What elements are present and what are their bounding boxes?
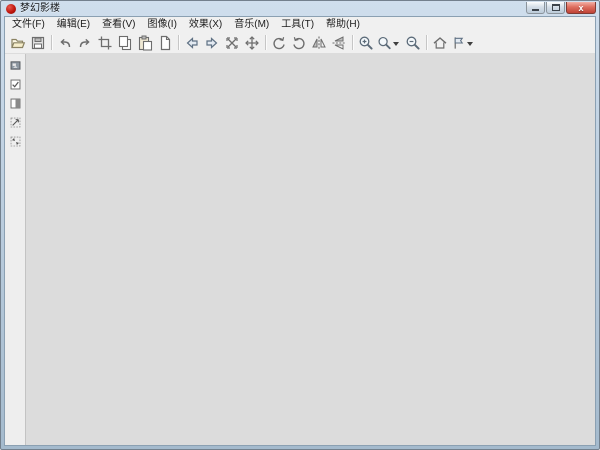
zoom-out-button[interactable] (403, 33, 423, 52)
check-select-tool-button[interactable] (7, 77, 23, 92)
image-thumbnail-tool-button[interactable] (7, 58, 23, 73)
minimize-icon (532, 9, 539, 11)
paste-icon (137, 35, 153, 51)
menu-edit[interactable]: 编辑(E) (51, 17, 96, 32)
redo-icon (77, 35, 93, 51)
app-rose-icon (6, 4, 16, 14)
toolbar-separator (265, 35, 266, 50)
half-mask-icon (9, 97, 22, 110)
menu-view[interactable]: 查看(V) (96, 17, 141, 32)
client-area: 文件(F) 编辑(E) 查看(V) 图像(I) 效果(X) 音乐(M) 工具(T… (4, 16, 596, 446)
menu-music[interactable]: 音乐(M) (228, 17, 275, 32)
menu-image[interactable]: 图像(I) (141, 17, 182, 32)
next-button[interactable] (202, 33, 222, 52)
save-floppy-icon (30, 35, 46, 51)
flip-horizontal-button[interactable] (309, 33, 329, 52)
expand-arrows-icon (224, 35, 240, 51)
half-mask-tool-button[interactable] (7, 96, 23, 111)
rotate-right-icon (291, 35, 307, 51)
menu-file[interactable]: 文件(F) (6, 17, 51, 32)
app-window: 梦幻影楼 x 文件(F) 编辑(E) 查看(V) 图像(I) 效果(X) 音乐(… (0, 0, 600, 450)
flip-vertical-button[interactable] (329, 33, 349, 52)
maximize-icon (552, 4, 560, 11)
check-select-icon (9, 78, 22, 91)
paste-button[interactable] (135, 33, 155, 52)
close-button[interactable]: x (566, 2, 596, 14)
zoom-in-icon (358, 35, 374, 51)
home-button[interactable] (430, 33, 450, 52)
zoom-in-button[interactable] (356, 33, 376, 52)
work-area (5, 54, 595, 445)
transform-tool-button[interactable] (7, 115, 23, 130)
expand-button[interactable] (222, 33, 242, 52)
menu-effects[interactable]: 效果(X) (183, 17, 228, 32)
image-thumbnail-icon (9, 59, 22, 72)
toolbar-separator (51, 35, 52, 50)
blank-page-icon (157, 35, 173, 51)
minimize-button[interactable] (526, 2, 545, 14)
open-folder-icon (10, 35, 26, 51)
blank-page-button[interactable] (155, 33, 175, 52)
undo-icon (57, 35, 73, 51)
tool-bar (5, 32, 595, 54)
crop-icon (97, 35, 113, 51)
toolbar-separator (178, 35, 179, 50)
window-controls: x (526, 2, 596, 14)
window-title: 梦幻影楼 (20, 1, 526, 16)
rotate-left-icon (271, 35, 287, 51)
rotate-left-button[interactable] (269, 33, 289, 52)
dropdown-caret-icon (393, 42, 399, 46)
toolbar-separator (352, 35, 353, 50)
previous-button[interactable] (182, 33, 202, 52)
menu-tools[interactable]: 工具(T) (275, 17, 320, 32)
arrow-left-icon (184, 35, 200, 51)
dashed-marquee-tool-button[interactable] (7, 134, 23, 149)
copy-button[interactable] (115, 33, 135, 52)
rotate-right-button[interactable] (289, 33, 309, 52)
flip-vertical-icon (331, 35, 347, 51)
redo-button[interactable] (75, 33, 95, 52)
dashed-marquee-icon (9, 135, 22, 148)
transform-arrow-icon (9, 116, 22, 129)
close-icon: x (578, 3, 583, 13)
move-four-way-icon (244, 35, 260, 51)
zoom-out-icon (405, 35, 421, 51)
home-icon (432, 35, 448, 51)
flag-mode-dropdown-button[interactable] (450, 33, 477, 52)
side-toolbox (5, 54, 26, 445)
move-button[interactable] (242, 33, 262, 52)
crop-button[interactable] (95, 33, 115, 52)
undo-button[interactable] (55, 33, 75, 52)
copy-icon (117, 35, 133, 51)
flip-horizontal-icon (311, 35, 327, 51)
zoom-icon (377, 35, 392, 51)
menu-help[interactable]: 帮助(H) (320, 17, 366, 32)
toolbar-separator (426, 35, 427, 50)
title-bar[interactable]: 梦幻影楼 x (1, 1, 599, 16)
flag-icon (451, 35, 466, 51)
dropdown-caret-icon (467, 42, 473, 46)
save-button[interactable] (28, 33, 48, 52)
menu-bar: 文件(F) 编辑(E) 查看(V) 图像(I) 效果(X) 音乐(M) 工具(T… (5, 17, 595, 32)
zoom-mode-dropdown-button[interactable] (376, 33, 403, 52)
maximize-button[interactable] (546, 2, 565, 14)
open-button[interactable] (8, 33, 28, 52)
arrow-right-icon (204, 35, 220, 51)
editor-canvas[interactable] (26, 54, 595, 445)
